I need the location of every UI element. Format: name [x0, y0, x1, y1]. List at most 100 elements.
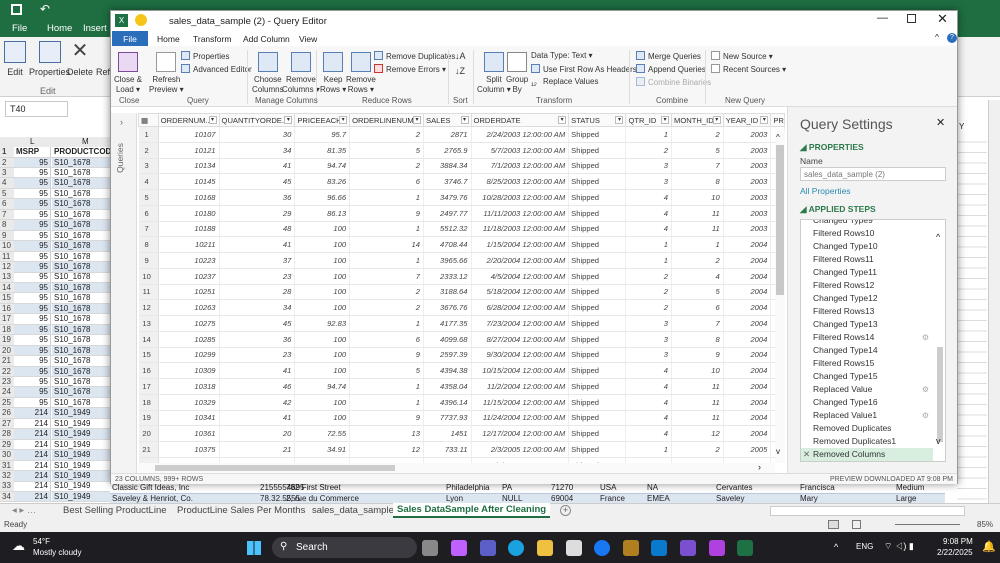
- productcode-cell[interactable]: S10_1678: [52, 314, 110, 324]
- column-header[interactable]: STATUS ▾: [568, 113, 627, 127]
- table-cell[interactable]: Shipped: [568, 315, 627, 332]
- new-source-button[interactable]: New Source ▾: [711, 51, 773, 61]
- table-cell[interactable]: 34: [219, 142, 296, 159]
- normal-view-icon[interactable]: [828, 520, 839, 529]
- table-cell[interactable]: Shipped: [568, 425, 627, 442]
- table-cell[interactable]: Shipped: [568, 441, 627, 458]
- table-row[interactable]: 17 10318 46 94.74 1 4358.04 11/2/2004 12:00:00…: [138, 378, 785, 395]
- column-header[interactable]: PRICEEACH ▾: [294, 113, 351, 127]
- table-cell[interactable]: 2004: [723, 394, 772, 411]
- scroll-up-icon[interactable]: ^: [936, 232, 940, 242]
- applied-step[interactable]: Changed Type11: [801, 266, 933, 279]
- replace-values-button[interactable]: ₁₂ Replace Values: [531, 77, 598, 87]
- properties-section[interactable]: ◢ PROPERTIES: [800, 142, 864, 153]
- table-cell[interactable]: 3884.34: [423, 158, 472, 175]
- table-row[interactable]: 2 10121 34 81.35 5 2765.9 5/7/2003 12:00:00 AM…: [138, 142, 785, 159]
- applied-step[interactable]: Filtered Rows15: [801, 357, 933, 370]
- msrp-cell[interactable]: 95: [14, 167, 51, 178]
- smiley-icon[interactable]: [135, 14, 147, 26]
- scroll-up-icon[interactable]: ^: [776, 133, 780, 142]
- gear-icon[interactable]: ⚙: [922, 331, 929, 344]
- msrp-cell[interactable]: 214: [14, 491, 51, 502]
- table-cell[interactable]: Shipped: [568, 221, 627, 238]
- table-cell[interactable]: 5: [349, 142, 424, 159]
- table-cell[interactable]: 2: [625, 299, 673, 316]
- horizontal-scrollbar[interactable]: ›: [138, 462, 775, 473]
- table-cell[interactable]: Shipped: [568, 189, 627, 206]
- table-cell[interactable]: 4099.68: [423, 331, 472, 348]
- table-cell[interactable]: 1: [349, 252, 424, 269]
- table-cell[interactable]: 45: [219, 173, 296, 190]
- table-cell[interactable]: 5/18/2004 12:00:00 AM: [471, 284, 570, 301]
- table-cell[interactable]: 37: [219, 252, 296, 269]
- table-cell[interactable]: 20: [219, 425, 296, 442]
- scroll-thumb[interactable]: [776, 145, 784, 295]
- productcode-cell[interactable]: S10_1678: [52, 241, 110, 251]
- steps-scrollbar[interactable]: ^ v: [935, 232, 945, 450]
- productcode-cell[interactable]: S10_1678: [52, 199, 110, 209]
- table-cell[interactable]: 14: [349, 236, 424, 253]
- applied-step[interactable]: Changed Type12: [801, 292, 933, 305]
- name-box[interactable]: T40: [5, 101, 68, 117]
- table-cell[interactable]: 5: [671, 284, 724, 301]
- table-cell[interactable]: 10263: [158, 299, 220, 316]
- table-cell[interactable]: 11: [671, 205, 724, 222]
- data-type-dropdown[interactable]: Data Type: Text ▾: [531, 51, 593, 60]
- column-header[interactable]: QUANTITYORDE... ▾: [218, 113, 296, 127]
- table-cell[interactable]: 10180: [158, 205, 220, 222]
- sheet-nav-icon[interactable]: ◂ ▸ …: [12, 505, 36, 516]
- copilot-icon[interactable]: [451, 540, 467, 556]
- excel-cell[interactable]: Philadelphia: [446, 483, 490, 494]
- table-cell[interactable]: 100: [294, 410, 351, 427]
- table-cell[interactable]: 2004: [723, 315, 772, 332]
- table-cell[interactable]: 21: [219, 441, 296, 458]
- productcode-cell[interactable]: S10_1678: [52, 356, 110, 366]
- table-cell[interactable]: 2004: [723, 236, 772, 253]
- productcode-cell[interactable]: S10_1678: [52, 282, 110, 293]
- table-cell[interactable]: 8/27/2004 12:00:00 AM: [471, 331, 570, 348]
- tray-chevron-icon[interactable]: ^: [834, 542, 838, 552]
- start-icon[interactable]: [247, 541, 261, 555]
- table-cell[interactable]: 1: [625, 252, 673, 269]
- excel-tab-home[interactable]: Home: [47, 23, 72, 34]
- msrp-cell[interactable]: 214: [14, 408, 51, 418]
- excel-properties-button[interactable]: Properties: [29, 41, 70, 77]
- productcode-cell[interactable]: S10_1678: [52, 303, 110, 314]
- keep-rows-button[interactable]: Keep Rows ▾: [320, 52, 346, 95]
- table-cell[interactable]: 9: [671, 347, 724, 364]
- table-cell[interactable]: 10/28/2003 12:00:00 AM: [471, 189, 570, 206]
- table-cell[interactable]: 5/7/2003 12:00:00 AM: [471, 142, 570, 159]
- page-layout-icon[interactable]: [852, 520, 861, 529]
- table-cell[interactable]: 6: [349, 331, 424, 348]
- table-cell[interactable]: 10285: [158, 331, 220, 348]
- column-filter-icon[interactable]: ▾: [558, 116, 567, 124]
- table-cell[interactable]: 12/17/2004 12:00:00 AM: [471, 425, 570, 442]
- table-cell[interactable]: 96.66: [294, 189, 351, 206]
- combine-binaries-button[interactable]: Combine Binaries: [636, 77, 711, 87]
- table-cell[interactable]: Shipped: [568, 158, 627, 175]
- applied-step[interactable]: Replaced Value ⚙: [801, 383, 933, 396]
- msrp-cell[interactable]: 214: [14, 471, 51, 481]
- scroll-thumb[interactable]: [937, 347, 943, 442]
- table-cell[interactable]: 4: [625, 410, 673, 427]
- table-cell[interactable]: 1: [349, 378, 424, 395]
- column-header[interactable]: MONTH_ID ▾: [671, 113, 724, 127]
- msrp-cell[interactable]: 95: [14, 178, 51, 188]
- productcode-cell[interactable]: S10_1949: [52, 491, 110, 502]
- tab-add-column[interactable]: Add Column: [243, 34, 290, 44]
- table-cell[interactable]: 4: [625, 378, 673, 395]
- applied-steps-section[interactable]: ◢ APPLIED STEPS: [800, 204, 876, 215]
- column-filter-icon[interactable]: ▾: [413, 116, 421, 124]
- table-cell[interactable]: 4358.04: [423, 378, 472, 395]
- table-row[interactable]: 4 10145 45 83.26 6 3746.7 8/25/2003 12:00:00 A…: [138, 173, 785, 190]
- table-cell[interactable]: 2: [671, 441, 724, 458]
- table-cell[interactable]: 4: [625, 221, 673, 238]
- table-cell[interactable]: 9/30/2004 12:00:00 AM: [471, 347, 570, 364]
- table-cell[interactable]: 2004: [723, 331, 772, 348]
- collapse-ribbon-icon[interactable]: ^: [935, 32, 939, 42]
- msrp-cell[interactable]: 214: [14, 429, 51, 439]
- productcode-cell[interactable]: S10_1949: [52, 461, 110, 471]
- scroll-down-icon[interactable]: v: [936, 436, 941, 446]
- applied-step[interactable]: Filtered Rows10: [801, 227, 933, 240]
- recent-sources-button[interactable]: Recent Sources ▾: [711, 64, 786, 74]
